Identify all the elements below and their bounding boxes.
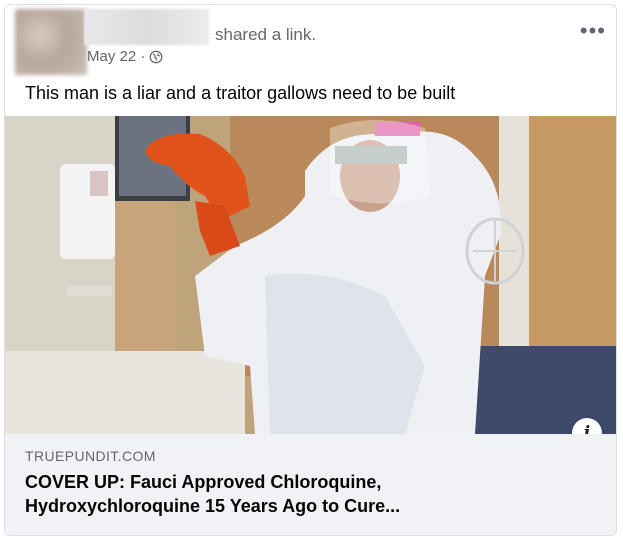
- link-headline-line-1: COVER UP: Fauci Approved Chloroquine,: [25, 472, 382, 492]
- shared-link-post: shared a link. May 22 · ••• This man is …: [4, 4, 617, 536]
- link-headline[interactable]: COVER UP: Fauci Approved Chloroquine, Hy…: [25, 470, 595, 518]
- author-name-redacted[interactable]: [84, 9, 209, 45]
- link-preview-meta[interactable]: TRUEPUNDIT.COM COVER UP: Fauci Approved …: [5, 434, 616, 535]
- post-caption: This man is a liar and a traitor gallows…: [25, 83, 456, 103]
- link-preview-image[interactable]: [5, 116, 616, 434]
- post-date[interactable]: May 22 ·: [87, 48, 145, 65]
- post-action-text: shared a link.: [215, 25, 317, 44]
- link-headline-line-2: Hydroxychloroquine 15 Years Ago to Cure.…: [25, 496, 401, 516]
- more-options-icon[interactable]: •••: [580, 20, 606, 42]
- link-domain: TRUEPUNDIT.COM: [25, 448, 156, 464]
- globe-icon: [149, 50, 163, 63]
- avatar[interactable]: [15, 9, 87, 75]
- post-meta: May 22 ·: [87, 48, 163, 65]
